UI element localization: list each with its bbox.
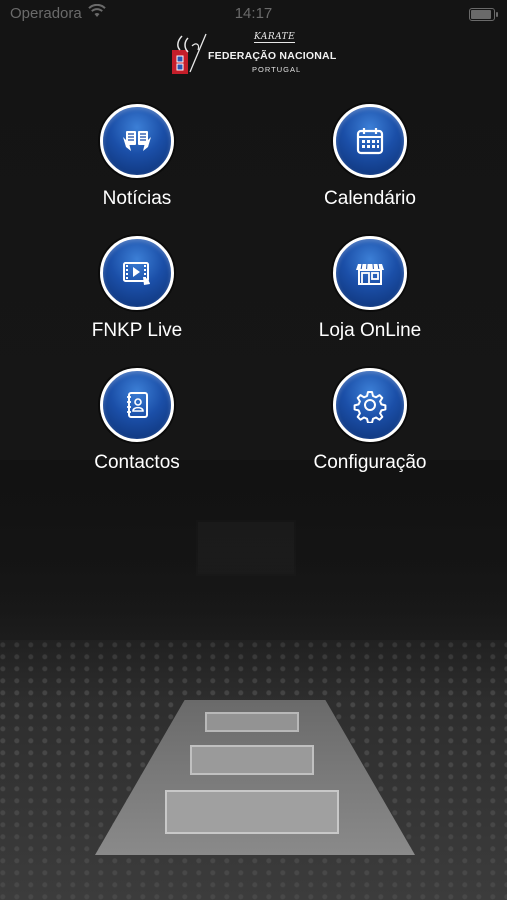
arena-mat	[165, 790, 339, 834]
fnkp-logo: KARATE FEDERAÇÃO NACIONAL PORTUGAL	[168, 30, 343, 82]
logo-karate-text: KARATE	[254, 32, 296, 43]
noticias-button[interactable]	[100, 104, 174, 178]
menu-label: FNKP Live	[91, 320, 183, 341]
loja-online-button[interactable]	[333, 236, 407, 310]
logo-federation-text: FEDERAÇÃO NACIONAL	[208, 50, 337, 62]
background-fade	[0, 460, 507, 700]
gear-icon	[353, 391, 387, 423]
logo-portugal-text: PORTUGAL	[252, 65, 302, 74]
fnkp-live-button[interactable]	[100, 236, 174, 310]
calendar-icon	[356, 128, 384, 155]
contactos-button[interactable]	[100, 368, 174, 442]
menu-label: Calendário	[324, 188, 416, 209]
contacts-book-icon	[127, 392, 148, 418]
status-bar: Operadora 14:17	[0, 0, 507, 28]
arena-mat	[205, 712, 299, 732]
arena-mat	[190, 745, 314, 775]
menu-label: Configuração	[313, 452, 427, 473]
menu-label: Notícias	[102, 188, 172, 209]
news-reader-icon	[123, 131, 151, 151]
menu-item-noticias[interactable]: Notícias	[37, 104, 237, 210]
menu-item-configuracao[interactable]: Configuração	[270, 368, 470, 474]
calendario-button[interactable]	[333, 104, 407, 178]
menu-label: Loja OnLine	[318, 320, 422, 341]
clock-time: 14:17	[234, 5, 273, 22]
menu-item-contactos[interactable]: Contactos	[37, 368, 237, 474]
federation-emblem-icon	[172, 33, 207, 74]
configuracao-button[interactable]	[333, 368, 407, 442]
menu-item-fnkp-live[interactable]: FNKP Live	[37, 236, 237, 342]
menu-item-loja-online[interactable]: Loja OnLine	[270, 236, 470, 342]
store-icon	[356, 263, 384, 285]
battery-icon	[469, 8, 498, 21]
menu-label: Contactos	[94, 452, 180, 473]
menu-item-calendario[interactable]: Calendário	[270, 104, 470, 210]
video-play-icon	[123, 262, 150, 285]
